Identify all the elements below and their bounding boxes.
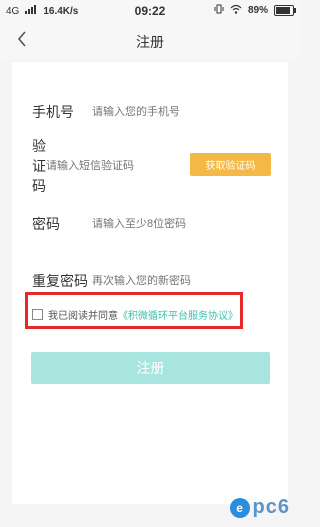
code-row: 验证码 bbox=[32, 138, 188, 194]
phone-input[interactable] bbox=[92, 106, 272, 118]
password-row: 密码 bbox=[32, 209, 272, 239]
page-title: 注册 bbox=[136, 34, 164, 50]
wifi-icon bbox=[230, 4, 242, 17]
battery-level bbox=[276, 7, 291, 14]
repeat-password-input[interactable] bbox=[92, 275, 272, 287]
watermark: e pc6 bbox=[229, 496, 290, 519]
status-bar: 4G 16.4K/s 09:22 89% bbox=[0, 0, 300, 22]
password-label: 密码 bbox=[32, 216, 60, 232]
register-button[interactable]: 注册 bbox=[31, 352, 270, 384]
agreement-checkbox[interactable] bbox=[32, 309, 43, 320]
navigation-bar: 注册 bbox=[0, 22, 300, 60]
get-code-button[interactable]: 获取验证码 bbox=[190, 153, 271, 176]
battery-percent: 89% bbox=[247, 5, 268, 16]
password-input[interactable] bbox=[92, 218, 272, 230]
phone-row: 手机号 bbox=[32, 97, 272, 127]
vibrate-icon bbox=[214, 4, 224, 17]
code-label: 验证码 bbox=[32, 138, 46, 194]
battery-icon bbox=[274, 5, 296, 16]
watermark-logo-icon: e bbox=[229, 497, 250, 518]
status-right: 89% bbox=[214, 4, 296, 17]
agreement-text: 我已阅读并同意 bbox=[48, 311, 118, 322]
agreement-row: 我已阅读并同意 《积微循环平台服务协议》 bbox=[32, 307, 238, 322]
watermark-text: pc6 bbox=[252, 496, 290, 518]
phone-label: 手机号 bbox=[32, 104, 74, 120]
code-input[interactable] bbox=[46, 160, 188, 172]
agreement-link[interactable]: 《积微循环平台服务协议》 bbox=[118, 307, 238, 322]
repeat-password-label: 重复密码 bbox=[32, 273, 88, 289]
